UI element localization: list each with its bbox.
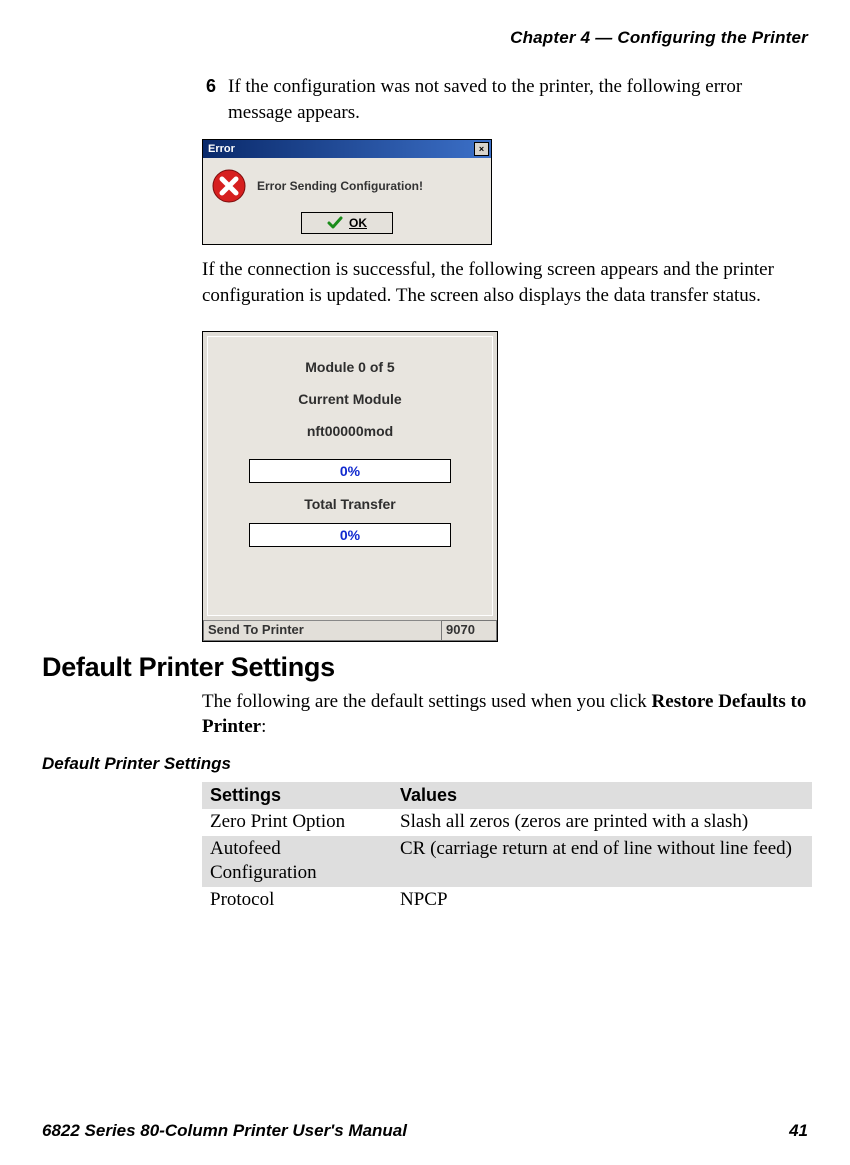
default-settings-table: Settings Values Zero Print Option Slash … <box>202 782 812 914</box>
cell-value: NPCP <box>392 887 812 914</box>
table-row: Zero Print Option Slash all zeros (zeros… <box>202 809 812 836</box>
chapter-header: Chapter 4 — Configuring the Printer <box>42 28 808 48</box>
status-bar: Send To Printer 9070 <box>203 620 497 641</box>
transfer-dialog: Module 0 of 5 Current Module nft00000mod… <box>202 331 498 642</box>
cell-setting: Autofeed Configuration <box>202 836 392 887</box>
module-line: Module 0 of 5 <box>305 359 394 375</box>
step-text: If the configuration was not saved to th… <box>228 74 808 125</box>
heading-para-post: : <box>261 716 266 737</box>
total-transfer-label: Total Transfer <box>304 496 396 512</box>
module-name: nft00000mod <box>307 423 393 439</box>
heading-paragraph: The following are the default settings u… <box>202 689 808 740</box>
error-icon <box>211 168 247 204</box>
cell-setting: Protocol <box>202 887 392 914</box>
step-number: 6 <box>202 74 216 125</box>
table-row: Autofeed Configuration CR (carriage retu… <box>202 836 812 887</box>
cell-value: CR (carriage return at end of line witho… <box>392 836 812 887</box>
error-message: Error Sending Configuration! <box>257 179 423 193</box>
footer-manual-title: 6822 Series 80-Column Printer User's Man… <box>42 1121 407 1141</box>
table-row: Protocol NPCP <box>202 887 812 914</box>
transfer-dialog-figure: Module 0 of 5 Current Module nft00000mod… <box>202 331 808 642</box>
col-values: Values <box>392 782 812 809</box>
error-dialog-figure: Error × Error Sending Configuration! <box>202 139 808 245</box>
table-caption: Default Printer Settings <box>42 754 808 774</box>
module-progress-value: 0% <box>340 463 360 479</box>
cell-setting: Zero Print Option <box>202 809 392 836</box>
current-module-label: Current Module <box>298 391 401 407</box>
titlebar-text: Error <box>205 143 235 155</box>
section-heading-default-printer-settings: Default Printer Settings <box>42 652 808 683</box>
step-6: 6 If the configuration was not saved to … <box>202 74 808 125</box>
module-progress-bar: 0% <box>249 459 451 483</box>
titlebar: Error × <box>203 140 491 158</box>
ok-button[interactable]: OK <box>301 212 393 234</box>
status-label: Send To Printer <box>203 620 442 641</box>
success-paragraph: If the connection is successful, the fol… <box>202 257 808 308</box>
cell-value: Slash all zeros (zeros are printed with … <box>392 809 812 836</box>
close-icon[interactable]: × <box>474 142 489 156</box>
col-settings: Settings <box>202 782 392 809</box>
total-progress-bar: 0% <box>249 523 451 547</box>
footer-page-number: 41 <box>789 1121 808 1141</box>
error-dialog: Error × Error Sending Configuration! <box>202 139 492 245</box>
heading-para-pre: The following are the default settings u… <box>202 691 652 712</box>
total-progress-value: 0% <box>340 527 360 543</box>
ok-label: OK <box>349 216 367 230</box>
status-code: 9070 <box>442 620 497 641</box>
check-icon <box>327 216 343 230</box>
close-glyph: × <box>479 144 484 154</box>
